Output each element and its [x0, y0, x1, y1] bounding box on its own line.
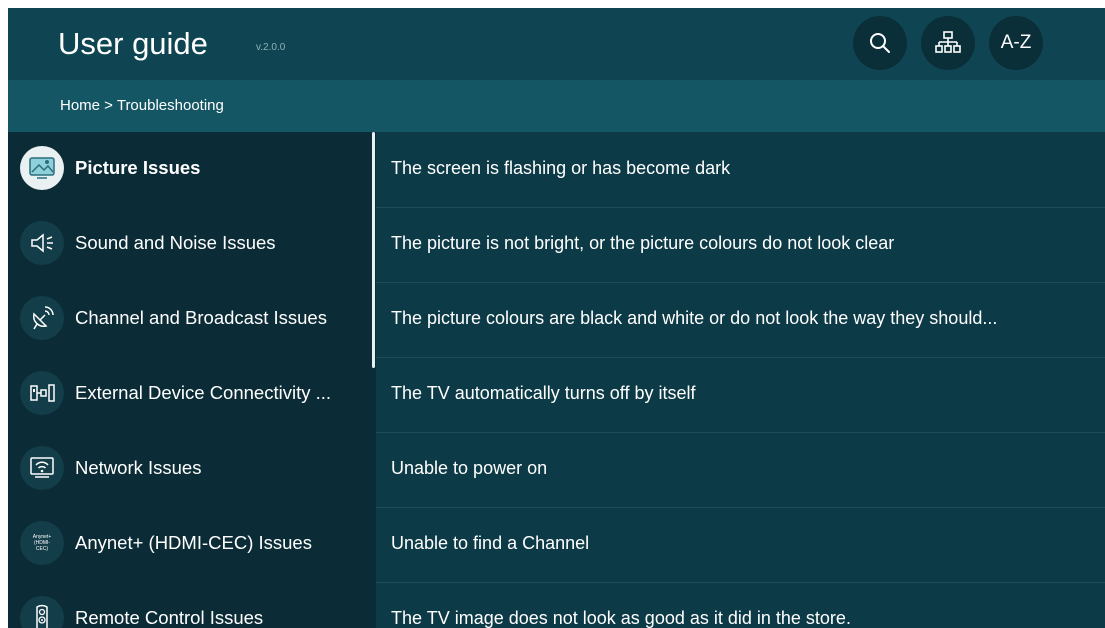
- topic-label: The picture colours are black and white …: [391, 308, 998, 328]
- topic-item[interactable]: The picture is not bright, or the pictur…: [376, 207, 1105, 283]
- anynet-icon-text: Anynet+ (HDMI-CEC): [32, 534, 52, 552]
- sidebar-item-label: External Device Connectivity ...: [75, 382, 332, 403]
- picture-icon: [20, 146, 64, 190]
- sidebar-item-anynet-issues[interactable]: Anynet+ (HDMI-CEC) Anynet+ (HDMI-CEC) Is…: [8, 507, 374, 582]
- sidebar-item-label: Channel and Broadcast Issues: [75, 307, 327, 328]
- topic-label: The TV automatically turns off by itself: [391, 383, 696, 403]
- sidebar-item-label: Picture Issues: [75, 157, 201, 178]
- topic-item[interactable]: The TV automatically turns off by itself: [376, 357, 1105, 433]
- topic-item[interactable]: Unable to find a Channel: [376, 507, 1105, 583]
- topic-item[interactable]: The screen is flashing or has become dar…: [376, 132, 1105, 208]
- a-z-label: A-Z: [1000, 32, 1032, 53]
- app-title: User guide: [58, 26, 208, 61]
- scrollbar-thumb[interactable]: [372, 132, 375, 368]
- sitemap-button[interactable]: [921, 16, 975, 70]
- version-label: v.2.0.0: [256, 42, 286, 53]
- topic-label: Unable to power on: [391, 458, 548, 478]
- topic-item[interactable]: The picture colours are black and white …: [376, 282, 1105, 358]
- sidebar-item-label: Sound and Noise Issues: [75, 232, 276, 253]
- anynet-icon: Anynet+ (HDMI-CEC): [20, 521, 64, 565]
- external-device-icon: [20, 371, 64, 415]
- sidebar-item-sound-noise-issues[interactable]: Sound and Noise Issues: [8, 207, 374, 282]
- sidebar-item-picture-issues[interactable]: Picture Issues: [8, 132, 374, 207]
- header-bar: User guide v.2.0.0 A-Z: [8, 8, 1105, 80]
- a-z-index-button[interactable]: A-Z: [989, 16, 1043, 70]
- sidebar-item-remote-control-issues[interactable]: Remote Control Issues: [8, 582, 374, 628]
- topic-item[interactable]: The TV image does not look as good as it…: [376, 582, 1105, 628]
- sidebar: Picture Issues Sound and Noise Issues Ch…: [8, 132, 374, 628]
- wifi-tv-icon: [20, 446, 64, 490]
- search-icon: [870, 33, 890, 53]
- breadcrumb-bar: Home > Troubleshooting: [8, 80, 1105, 132]
- speaker-icon: [20, 221, 64, 265]
- topic-label: The picture is not bright, or the pictur…: [391, 233, 895, 253]
- sidebar-item-network-issues[interactable]: Network Issues: [8, 432, 374, 507]
- sidebar-item-label: Network Issues: [75, 457, 202, 478]
- breadcrumb: Home > Troubleshooting: [60, 97, 224, 114]
- topic-item[interactable]: Unable to power on: [376, 432, 1105, 508]
- satellite-dish-icon: [20, 296, 64, 340]
- user-guide-screen: User guide v.2.0.0 A-Z Home > Troublesho…: [8, 8, 1105, 628]
- sidebar-item-label: Anynet+ (HDMI-CEC) Issues: [75, 532, 312, 553]
- sidebar-item-channel-broadcast-issues[interactable]: Channel and Broadcast Issues: [8, 282, 374, 357]
- remote-control-icon: [20, 596, 64, 628]
- sitemap-icon: [935, 31, 961, 53]
- topic-list: The screen is flashing or has become dar…: [376, 132, 1105, 628]
- sidebar-item-label: Remote Control Issues: [75, 607, 264, 628]
- topic-label: Unable to find a Channel: [391, 533, 590, 553]
- sidebar-item-external-device-issues[interactable]: External Device Connectivity ...: [8, 357, 374, 432]
- search-button[interactable]: [853, 16, 907, 70]
- topic-label: The TV image does not look as good as it…: [391, 608, 851, 628]
- topic-label: The screen is flashing or has become dar…: [391, 158, 731, 178]
